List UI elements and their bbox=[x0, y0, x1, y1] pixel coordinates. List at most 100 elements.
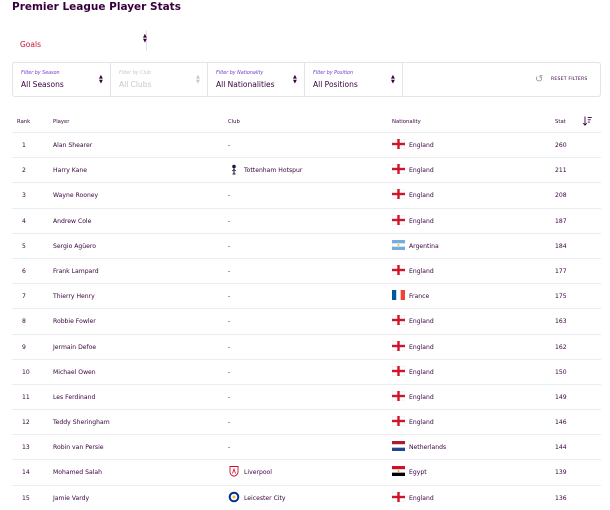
table-row: 6 Frank Lampard - England 177 bbox=[12, 259, 601, 285]
tottenham-badge-icon bbox=[231, 164, 237, 175]
nationality-cell: France bbox=[409, 293, 430, 301]
england-flag-icon bbox=[392, 264, 405, 275]
stat-cell: 149 bbox=[555, 393, 567, 401]
table-header: Rank Player Club Nationality Stat bbox=[12, 114, 601, 133]
player-link[interactable]: Jamie Vardy bbox=[53, 495, 89, 502]
stat-type-value: Goals bbox=[20, 40, 41, 49]
club-link[interactable]: Liverpool bbox=[244, 469, 272, 476]
table-row: 10 Michael Owen - England 150 bbox=[12, 360, 601, 385]
table-row: 5 Sergio Agüero - Argentina 184 bbox=[12, 234, 601, 259]
nationality-cell: England bbox=[409, 368, 434, 376]
egypt-flag-icon bbox=[392, 466, 405, 477]
club-cell: - bbox=[228, 343, 231, 351]
stat-cell: 175 bbox=[555, 293, 567, 301]
rank-cell: 11 bbox=[22, 393, 30, 401]
stat-cell: 162 bbox=[555, 343, 567, 351]
club-filter-label: Filter by Club bbox=[119, 71, 151, 76]
england-flag-icon bbox=[392, 164, 405, 175]
club-link[interactable]: Tottenham Hotspur bbox=[244, 167, 302, 174]
player-link[interactable]: Robin van Persie bbox=[53, 444, 104, 451]
page-title: Premier League Player Stats bbox=[12, 1, 181, 13]
header-stat: Stat bbox=[555, 119, 566, 125]
club-cell: - bbox=[228, 393, 231, 401]
rank-cell: 12 bbox=[22, 419, 30, 427]
stat-cell: 211 bbox=[555, 167, 567, 175]
table-row: 15 Jamie Vardy Leicester City England 13… bbox=[12, 486, 601, 510]
nationality-filter-value: All Nationalities bbox=[216, 80, 275, 89]
club-link[interactable]: Leicester City bbox=[244, 495, 286, 502]
player-link[interactable]: Wayne Rooney bbox=[53, 192, 98, 199]
stat-cell: 139 bbox=[555, 469, 567, 477]
header-club: Club bbox=[228, 119, 240, 125]
player-link[interactable]: Jermain Defoe bbox=[53, 344, 96, 351]
nationality-cell: England bbox=[409, 419, 434, 427]
season-filter[interactable]: Filter by Season All Seasons ▲ ▼ bbox=[13, 63, 111, 96]
player-link[interactable]: Robbie Fowler bbox=[53, 318, 96, 325]
stat-cell: 150 bbox=[555, 368, 567, 376]
position-filter-value: All Positions bbox=[313, 80, 358, 89]
leicester-badge-icon bbox=[228, 491, 240, 502]
netherlands-flag-icon bbox=[392, 441, 405, 452]
player-link[interactable]: Michael Owen bbox=[53, 369, 96, 376]
table-row: 8 Robbie Fowler - England 163 bbox=[12, 309, 601, 335]
nationality-cell: England bbox=[409, 343, 434, 351]
rank-cell: 7 bbox=[22, 293, 26, 301]
england-flag-icon bbox=[392, 390, 405, 401]
england-flag-icon bbox=[392, 365, 405, 376]
rank-cell: 2 bbox=[22, 167, 26, 175]
player-link[interactable]: Frank Lampard bbox=[53, 268, 99, 275]
nationality-cell: England bbox=[409, 318, 434, 326]
club-cell: - bbox=[228, 368, 231, 376]
player-link[interactable]: Harry Kane bbox=[53, 167, 87, 174]
club-cell: - bbox=[228, 192, 231, 200]
stat-cell: 208 bbox=[555, 192, 567, 200]
club-cell: - bbox=[228, 444, 231, 452]
rank-cell: 8 bbox=[22, 318, 26, 326]
filter-bar: Filter by Season All Seasons ▲ ▼ Filter b… bbox=[12, 62, 601, 97]
nationality-cell: Netherlands bbox=[409, 444, 447, 452]
stat-cell: 146 bbox=[555, 419, 567, 427]
player-link[interactable]: Thierry Henry bbox=[53, 293, 95, 300]
player-link[interactable]: Alan Shearer bbox=[53, 142, 92, 149]
club-cell: - bbox=[228, 267, 231, 275]
club-filter[interactable]: Filter by Club All Clubs ▲ ▼ bbox=[111, 63, 208, 96]
nationality-filter-label: Filter by Nationality bbox=[216, 71, 264, 76]
nationality-filter[interactable]: Filter by Nationality All Nationalities … bbox=[208, 63, 305, 96]
england-flag-icon bbox=[392, 315, 405, 326]
player-link[interactable]: Sergio Agüero bbox=[53, 243, 96, 250]
nationality-cell: England bbox=[409, 142, 434, 149]
player-link[interactable]: Andrew Cole bbox=[53, 218, 91, 225]
nationality-cell: England bbox=[409, 393, 434, 401]
rank-cell: 9 bbox=[22, 343, 26, 351]
rank-cell: 3 bbox=[22, 192, 26, 200]
stat-cell: 163 bbox=[555, 318, 567, 326]
player-link[interactable]: Mohamed Salah bbox=[53, 469, 102, 476]
table-row: 13 Robin van Persie - Netherlands 144 bbox=[12, 435, 601, 461]
player-link[interactable]: Teddy Sheringham bbox=[53, 419, 110, 426]
table-row: 3 Wayne Rooney - England 208 bbox=[12, 183, 601, 209]
season-filter-label: Filter by Season bbox=[21, 71, 60, 76]
club-cell: - bbox=[228, 217, 231, 225]
stat-cell: 184 bbox=[555, 242, 567, 250]
player-link[interactable]: Les Ferdinand bbox=[53, 394, 95, 401]
club-cell: - bbox=[228, 293, 231, 301]
stat-type-dropdown[interactable]: Goals ▲ ▼ bbox=[12, 30, 147, 51]
reset-icon: ↺ bbox=[535, 74, 544, 85]
club-filter-value: All Clubs bbox=[119, 80, 152, 89]
england-flag-icon bbox=[392, 340, 405, 351]
season-filter-value: All Seasons bbox=[21, 80, 64, 89]
nationality-cell: England bbox=[409, 267, 434, 275]
england-flag-icon bbox=[392, 491, 405, 502]
chevron-updown-icon: ▲ ▼ bbox=[293, 74, 297, 85]
table-row: 7 Thierry Henry - France 175 bbox=[12, 284, 601, 310]
stat-cell: 260 bbox=[555, 142, 567, 149]
header-nationality: Nationality bbox=[392, 119, 421, 125]
chevron-updown-icon: ▲ ▼ bbox=[196, 74, 200, 85]
sort-descending-icon[interactable] bbox=[583, 116, 592, 126]
nationality-cell: England bbox=[409, 494, 434, 502]
table-row: 1 Alan Shearer - England 260 bbox=[12, 133, 601, 159]
table-row: 11 Les Ferdinand - England 149 bbox=[12, 385, 601, 411]
liverpool-badge-icon bbox=[229, 466, 239, 478]
position-filter[interactable]: Filter by Position All Positions ▲ ▼ bbox=[305, 63, 403, 96]
nationality-cell: Egypt bbox=[409, 469, 427, 477]
